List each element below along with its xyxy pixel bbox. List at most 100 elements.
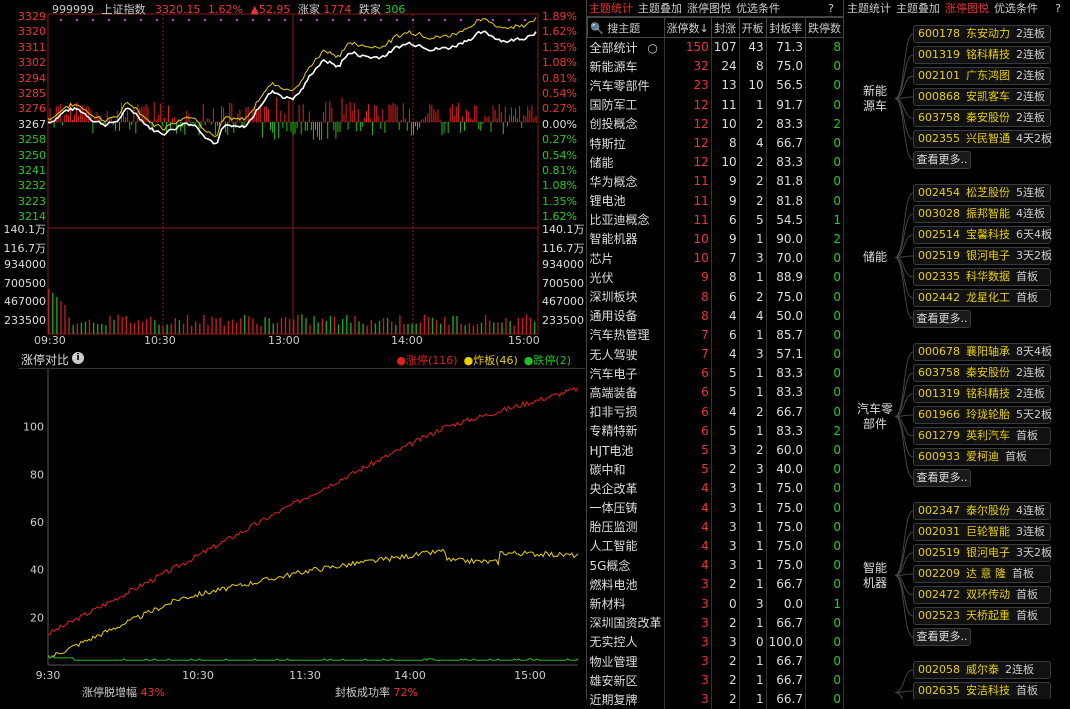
pct-tick: 0.81% xyxy=(542,164,577,177)
volume-bar xyxy=(72,325,74,334)
right-help-icon[interactable]: ? xyxy=(1055,0,1061,17)
stock-chip[interactable]: 600933 爱柯迪 首板 xyxy=(913,448,1051,466)
stock-chip[interactable]: 002335 科华数据 首板 xyxy=(913,268,1051,286)
stock-chip[interactable]: 001319 铭科精技 2连板 xyxy=(913,385,1051,403)
stock-chip[interactable]: 002347 泰尔股份 4连板 xyxy=(913,502,1051,520)
table-row[interactable]: 特斯拉 12 8 4 66.7 0 xyxy=(587,133,844,153)
stock-chip[interactable]: 001319 铭科精技 2连板 xyxy=(913,46,1051,64)
table-row[interactable]: 汽车电子 6 5 1 83.3 0 xyxy=(587,363,844,383)
tab-2[interactable]: 涨停图悦 xyxy=(687,2,731,15)
view-more-button[interactable]: 查看更多.. xyxy=(913,469,971,487)
table-row[interactable]: 深圳国资改革 3 2 1 66.7 0 xyxy=(587,613,844,633)
table-row[interactable]: 人工智能 4 3 1 75.0 0 xyxy=(587,536,844,556)
column-header[interactable]: 涨停数↓ xyxy=(663,17,712,38)
stock-chip[interactable]: 002355 兴民智通 4天2板 xyxy=(913,130,1052,148)
table-row[interactable]: 物业管理 3 2 1 66.7 0 xyxy=(587,651,844,671)
table-row[interactable]: 创投概念 12 10 2 83.3 2 xyxy=(587,114,844,134)
stock-chip[interactable]: 002454 松芝股份 5连板 xyxy=(913,184,1051,202)
stock-code: 002347 xyxy=(918,504,960,517)
column-header[interactable]: 开板 xyxy=(738,17,767,38)
tab-0[interactable]: 主题统计 xyxy=(847,2,891,15)
tab-1[interactable]: 主题叠加 xyxy=(896,2,940,15)
stock-chip[interactable]: 002635 安洁科技 首板 xyxy=(913,682,1051,699)
table-row[interactable]: 碳中和 5 2 3 40.0 0 xyxy=(587,459,844,479)
stock-chip[interactable]: 002031 巨轮智能 3连板 xyxy=(913,523,1051,541)
sealed-count: 107 xyxy=(711,37,740,57)
table-row[interactable]: 深圳板块 8 6 2 75.0 0 xyxy=(587,286,844,307)
stock-chip[interactable]: 002442 龙星化工 首板 xyxy=(913,289,1051,307)
stock-chip[interactable]: 603758 秦安股份 2连板 xyxy=(913,109,1051,127)
tab-3[interactable]: 优选条件 xyxy=(994,2,1038,15)
table-row[interactable]: 央企改革 4 3 1 75.0 0 xyxy=(587,478,844,498)
table-row[interactable]: 比亚迪概念 11 6 5 54.5 1 xyxy=(587,210,844,230)
table-row[interactable]: 芯片 10 7 3 70.0 0 xyxy=(587,248,844,268)
table-row[interactable]: 专精特新 6 5 1 83.3 2 xyxy=(587,421,844,441)
table-row[interactable]: 汽车热管理 7 6 1 85.7 0 xyxy=(587,325,844,345)
table-row[interactable]: 5G概念 4 3 1 75.0 0 xyxy=(587,555,844,575)
stock-chip[interactable]: 002514 宝馨科技 6天4板 xyxy=(913,226,1052,244)
table-row[interactable]: 全部统计 ○ 150 107 43 71.3 8 xyxy=(587,37,844,57)
table-row[interactable]: 储能 12 10 2 83.3 0 xyxy=(587,152,844,172)
stock-chip[interactable]: 002101 广东鸿图 2连板 xyxy=(913,67,1051,85)
tab-0[interactable]: 主题统计 xyxy=(589,2,633,15)
tab-2[interactable]: 涨停图悦 xyxy=(945,2,989,15)
table-row[interactable]: 无人驾驶 7 4 3 57.1 0 xyxy=(587,344,844,364)
column-header[interactable]: 封涨 xyxy=(710,17,740,38)
tab-1[interactable]: 主题叠加 xyxy=(638,2,682,15)
stock-chip[interactable]: 002519 银河电子 3天2板 xyxy=(913,544,1052,562)
tab-3[interactable]: 优选条件 xyxy=(736,2,780,15)
table-row[interactable]: 燃料电池 3 2 1 66.7 0 xyxy=(587,574,844,594)
theme-name: 扣非亏损 xyxy=(587,402,665,422)
view-more-button[interactable]: 查看更多.. xyxy=(913,151,971,169)
stock-chip[interactable]: 000678 襄阳轴承 8天4板 xyxy=(913,343,1052,361)
table-row[interactable]: 胎压监测 4 3 1 75.0 0 xyxy=(587,517,844,537)
pct-tick: 0.54% xyxy=(542,87,577,100)
index-intraday-chart[interactable]: 999999 上证指数 3320.15 1.62% ▲52.95 涨家 1774… xyxy=(0,0,585,348)
stock-chip[interactable]: 600178 东安动力 2连板 xyxy=(913,25,1051,43)
search-theme-input[interactable]: 🔍 搜主题 xyxy=(587,17,665,38)
table-row[interactable]: 智能机器 10 9 1 90.0 2 xyxy=(587,229,844,249)
theme-table: 🔍 搜主题 涨停数↓ 封涨 开板 封板率 跌停数 全部统计 ○ 150 107 43 71.3 8 新… xyxy=(587,17,844,709)
table-row[interactable]: 锂电池 11 9 2 81.8 0 xyxy=(587,191,844,211)
stock-chip[interactable]: 002058 威尔泰 2连板 xyxy=(913,661,1051,679)
limit-up-count: 3 xyxy=(664,593,712,614)
table-row[interactable]: 光伏 9 8 1 88.9 0 xyxy=(587,267,844,287)
mid-help-icon[interactable]: ? xyxy=(828,0,834,17)
stock-chip[interactable]: 000868 安凯客车 2连板 xyxy=(913,88,1051,106)
table-row[interactable]: 华为概念 11 9 2 81.8 0 xyxy=(587,171,844,191)
board-count: 2连板 xyxy=(1005,663,1034,676)
stock-chip[interactable]: 002209 达 意 隆首板 xyxy=(913,565,1051,583)
table-row[interactable]: HJT电池 5 3 2 60.0 0 xyxy=(587,440,844,460)
stock-chip[interactable]: 601279 英利汽车 首板 xyxy=(913,427,1051,445)
table-row[interactable]: 近期复牌 3 2 1 66.7 0 xyxy=(587,689,844,709)
view-more-button[interactable]: 查看更多.. xyxy=(913,310,971,328)
price-tick: 3294 xyxy=(18,71,46,85)
limit-up-count: 11 xyxy=(664,191,712,211)
stock-chip[interactable]: 603758 秦安股份 2连板 xyxy=(913,364,1051,382)
table-row[interactable]: 雄安新区 3 2 1 66.7 0 xyxy=(587,670,844,690)
signal-dot xyxy=(92,19,94,21)
refresh-icon[interactable]: ○ xyxy=(647,41,657,55)
y-tick: 100 xyxy=(23,421,44,434)
table-row[interactable]: 新材料 3 0 3 0.0 1 xyxy=(587,593,844,614)
table-row[interactable]: 无实控人 3 3 0 100.0 0 xyxy=(587,632,844,652)
stock-chip[interactable]: 601966 玲珑轮胎 5天2板 xyxy=(913,406,1052,424)
table-row[interactable]: 一体压铸 4 3 1 75.0 0 xyxy=(587,498,844,518)
table-row[interactable]: 汽车零部件 23 13 10 56.5 0 xyxy=(587,75,844,96)
view-more-button[interactable]: 查看更多.. xyxy=(913,628,971,646)
table-row[interactable]: 国防军工 12 11 1 91.7 0 xyxy=(587,95,844,115)
sealed-count: 2 xyxy=(711,574,740,594)
stock-chip[interactable]: 002472 双环传动 首板 xyxy=(913,586,1051,604)
table-row[interactable]: 通用设备 8 4 4 50.0 0 xyxy=(587,306,844,326)
table-row[interactable]: 扣非亏损 6 4 2 66.7 0 xyxy=(587,402,844,422)
stock-chip[interactable]: 003028 振邦智能 4连板 xyxy=(913,205,1051,223)
board-count: 2连板 xyxy=(1016,27,1045,40)
column-header[interactable]: 跌停数 xyxy=(805,17,844,38)
sealed-count: 5 xyxy=(711,421,740,441)
table-row[interactable]: 新能源车 32 24 8 75.0 0 xyxy=(587,56,844,76)
stock-chip[interactable]: 002523 天桥起重 首板 xyxy=(913,607,1051,625)
table-row[interactable]: 高端装备 6 5 1 83.3 0 xyxy=(587,382,844,403)
column-header[interactable]: 封板率 xyxy=(765,17,807,38)
index-pct: 1.62% xyxy=(208,3,243,16)
stock-chip[interactable]: 002519 银河电子 3天2板 xyxy=(913,247,1052,265)
